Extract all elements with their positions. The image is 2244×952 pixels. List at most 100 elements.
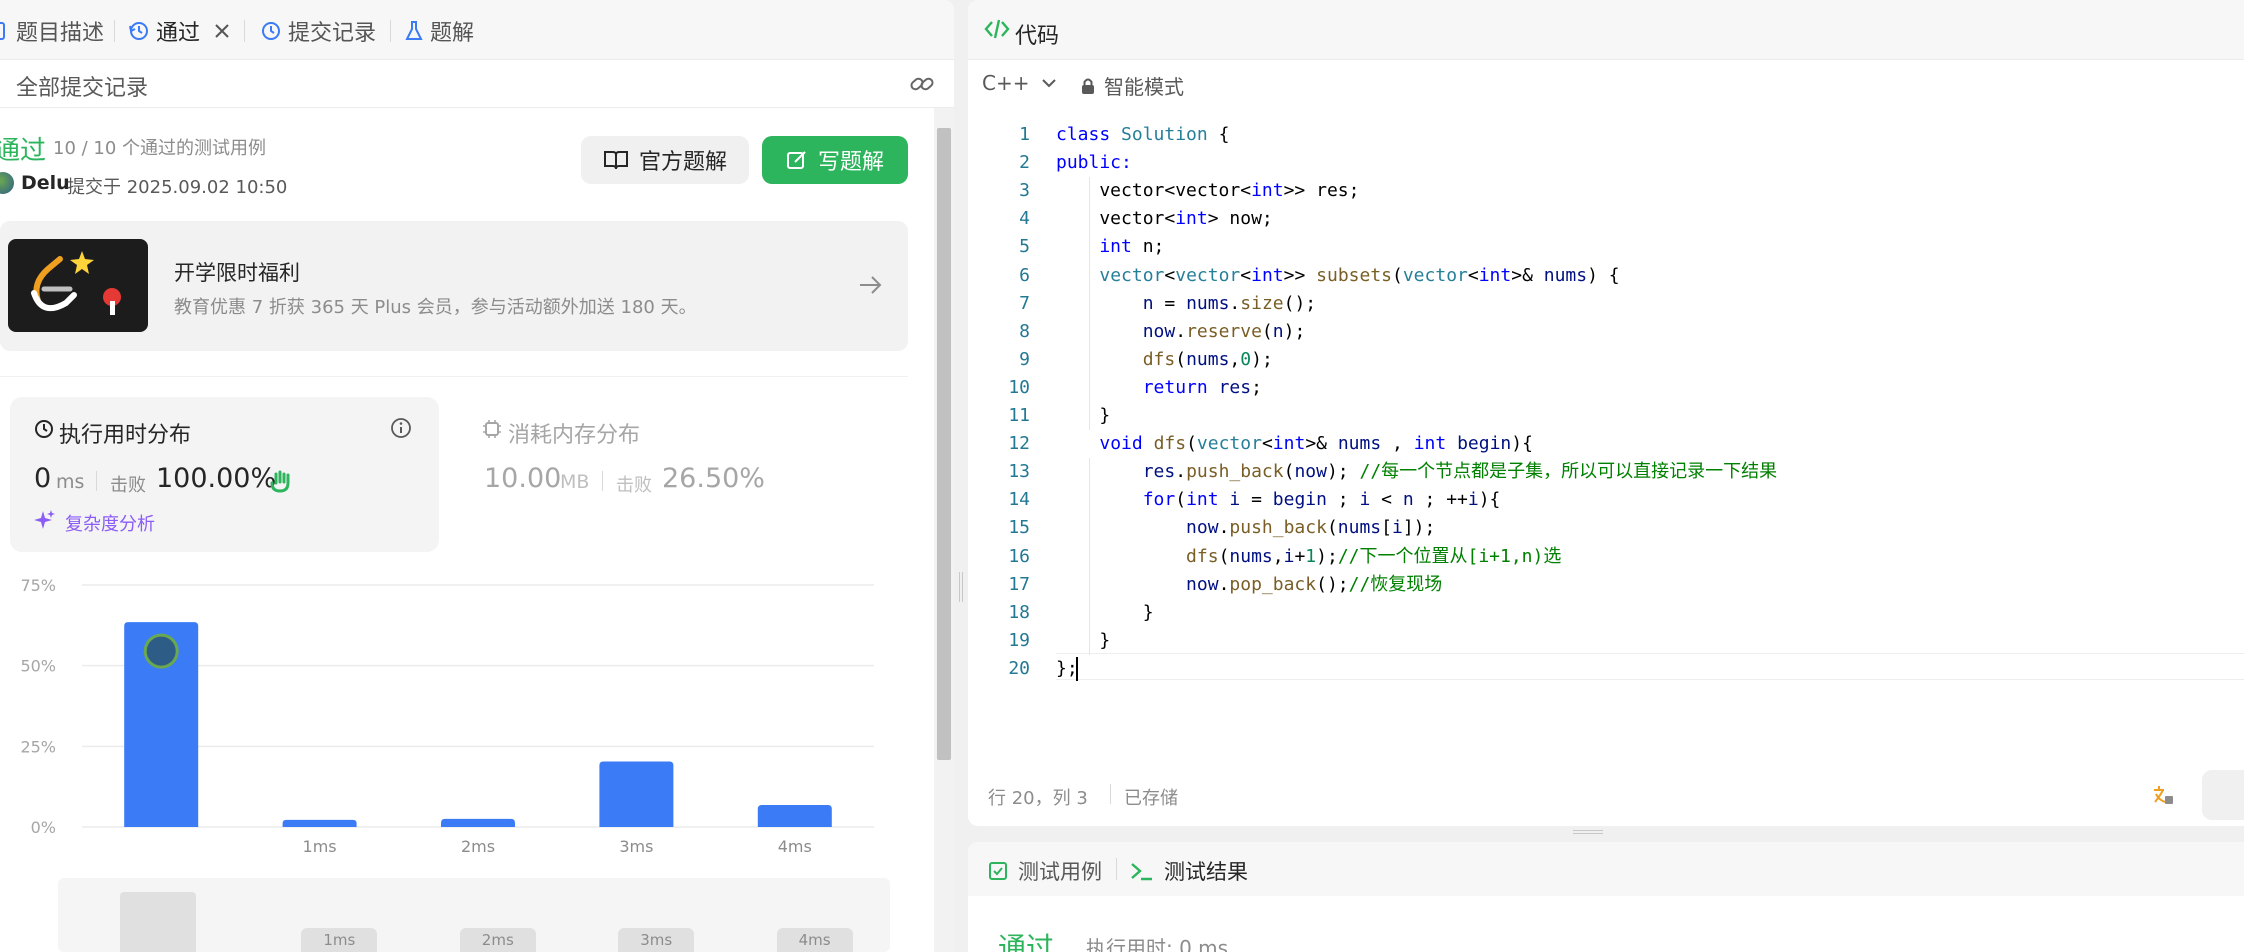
code-token: //每一个节点都是子集，所以可以直接记录一下结果: [1359, 461, 1778, 483]
promo-description: 教育优惠 7 折获 365 天 Plus 会员，参与活动额外加送 180 天。: [174, 297, 697, 318]
code-token: ();: [1316, 573, 1349, 595]
code-token: int: [1478, 264, 1512, 286]
scrollbar-thumb[interactable]: [937, 128, 951, 760]
code-token: //恢复现场: [1348, 573, 1443, 595]
code-token: ,: [1272, 545, 1284, 567]
complexity-analysis-link[interactable]: 复杂度分析: [65, 510, 155, 536]
smart-mode-toggle[interactable]: 智能模式: [1080, 71, 1184, 100]
code-token: int: [1413, 433, 1447, 455]
line-number: 9: [1019, 348, 1030, 370]
ai-assistant-icon[interactable]: [2150, 782, 2176, 808]
close-icon[interactable]: [214, 23, 230, 39]
code-token: now: [1294, 461, 1327, 483]
x-tick-label: 1ms: [303, 837, 337, 856]
write-solution-button[interactable]: 写题解: [762, 136, 908, 184]
run-button[interactable]: [2202, 770, 2244, 820]
code-token: i: [1283, 545, 1295, 567]
chip-icon: [482, 419, 502, 439]
tab-divider: [390, 20, 391, 42]
code-token: .: [1218, 517, 1230, 539]
code-token: ){: [1478, 489, 1501, 511]
tab-accepted[interactable]: 通过: [128, 14, 230, 48]
document-icon: [0, 21, 10, 41]
memory-card[interactable]: 消耗内存分布 10.00 MB 击败 26.50%: [470, 397, 900, 552]
tab-test-result[interactable]: 测试结果: [1130, 856, 1248, 886]
sparkle-icon: [34, 509, 56, 531]
divider: [602, 471, 603, 491]
code-token: .: [1218, 573, 1230, 595]
panel-resize-handle[interactable]: [959, 572, 963, 602]
code-token: dfs: [1142, 348, 1176, 370]
runtime-unit: ms: [56, 471, 85, 493]
line-number: 2: [1019, 152, 1030, 174]
code-token: push_back: [1186, 461, 1284, 483]
code-token: n: [1272, 320, 1284, 342]
code-token: int: [1272, 433, 1306, 455]
flask-icon: [404, 20, 424, 42]
code-token: pop_back: [1229, 573, 1317, 595]
memory-unit: MB: [560, 471, 590, 493]
official-solution-button[interactable]: 官方题解: [581, 136, 749, 184]
line-number: 11: [1008, 405, 1030, 426]
code-token: n: [1402, 489, 1414, 511]
code-line: now.reserve(n);: [1056, 318, 1306, 346]
all-submissions-link[interactable]: 全部提交记录: [16, 70, 148, 102]
code-line: now.pop_back();//恢复现场: [1056, 571, 1442, 599]
memory-beats-label: 击败: [616, 475, 652, 496]
y-tick-label: 0%: [31, 818, 56, 837]
test-status: 通过: [998, 931, 1055, 952]
code-token: vector: [1175, 264, 1241, 286]
chart-overview[interactable]: 1ms 2ms 3ms 4ms: [58, 878, 890, 952]
submit-time: 提交于 2025.09.02 10:50: [67, 177, 288, 198]
code-token: (: [1186, 433, 1197, 455]
code-token: >&: [1305, 433, 1338, 455]
tab-label: 通过: [156, 21, 201, 46]
language-select[interactable]: C++: [982, 71, 1057, 95]
tab-solutions[interactable]: 题解: [404, 14, 474, 48]
code-token: nums: [1186, 348, 1230, 370]
panel-resize-handle[interactable]: [1573, 830, 1603, 834]
x-tick-label: 2ms: [461, 837, 495, 856]
code-line: }: [1056, 627, 1110, 655]
overview-tick-label: 4ms: [776, 928, 853, 952]
indent-guide: [1089, 458, 1090, 655]
runtime-card[interactable]: 执行用时分布 0 ms 击败 100.00% 复杂度分析: [10, 397, 439, 552]
tab-label: 测试结果: [1164, 860, 1248, 884]
code-token: =: [1240, 489, 1273, 511]
arrow-right-icon[interactable]: [858, 273, 884, 297]
code-token: );: [1251, 348, 1273, 370]
runtime-value: 0: [34, 463, 52, 494]
link-icon[interactable]: [908, 70, 936, 98]
testcase-summary: 10 / 10 个通过的测试用例: [53, 138, 267, 159]
line-number: 13: [1008, 461, 1030, 483]
line-number: 6: [1019, 264, 1030, 286]
avatar: [0, 172, 14, 194]
code-line: return res;: [1056, 374, 1262, 402]
code-token: (: [1175, 489, 1187, 511]
code-token: >>: [1283, 264, 1317, 286]
line-number: 14: [1008, 489, 1030, 511]
tab-test-cases[interactable]: 测试用例: [988, 856, 1102, 886]
memory-value: 10.00: [484, 463, 562, 494]
tab-label: 测试用例: [1018, 860, 1102, 884]
code-token: vector: [1196, 433, 1262, 455]
code-line: }: [1056, 599, 1154, 627]
code-token: >> res;: [1283, 180, 1360, 202]
code-editor[interactable]: 1 class Solution {2 public: 3 vector<vector…: [968, 121, 2244, 681]
code-token: int: [1251, 264, 1284, 286]
code-token: .: [1229, 292, 1241, 314]
code-token: ,: [1229, 348, 1241, 370]
cursor-position: 行 20，列 3: [988, 788, 1088, 809]
x-tick-label: 4ms: [778, 837, 812, 856]
overview-selection[interactable]: [120, 892, 196, 952]
promo-banner[interactable]: 开学限时福利 教育优惠 7 折获 365 天 Plus 会员，参与活动额外加送 …: [0, 221, 908, 351]
info-icon[interactable]: [390, 417, 412, 439]
tab-submissions[interactable]: 提交记录: [260, 14, 376, 48]
tab-description[interactable]: 题目描述: [0, 14, 104, 48]
chevron-down-icon: [1041, 77, 1057, 89]
code-token: nums: [1337, 517, 1382, 539]
username[interactable]: Delu: [21, 172, 70, 194]
runtime-beats-value: 100.00%: [156, 463, 277, 494]
